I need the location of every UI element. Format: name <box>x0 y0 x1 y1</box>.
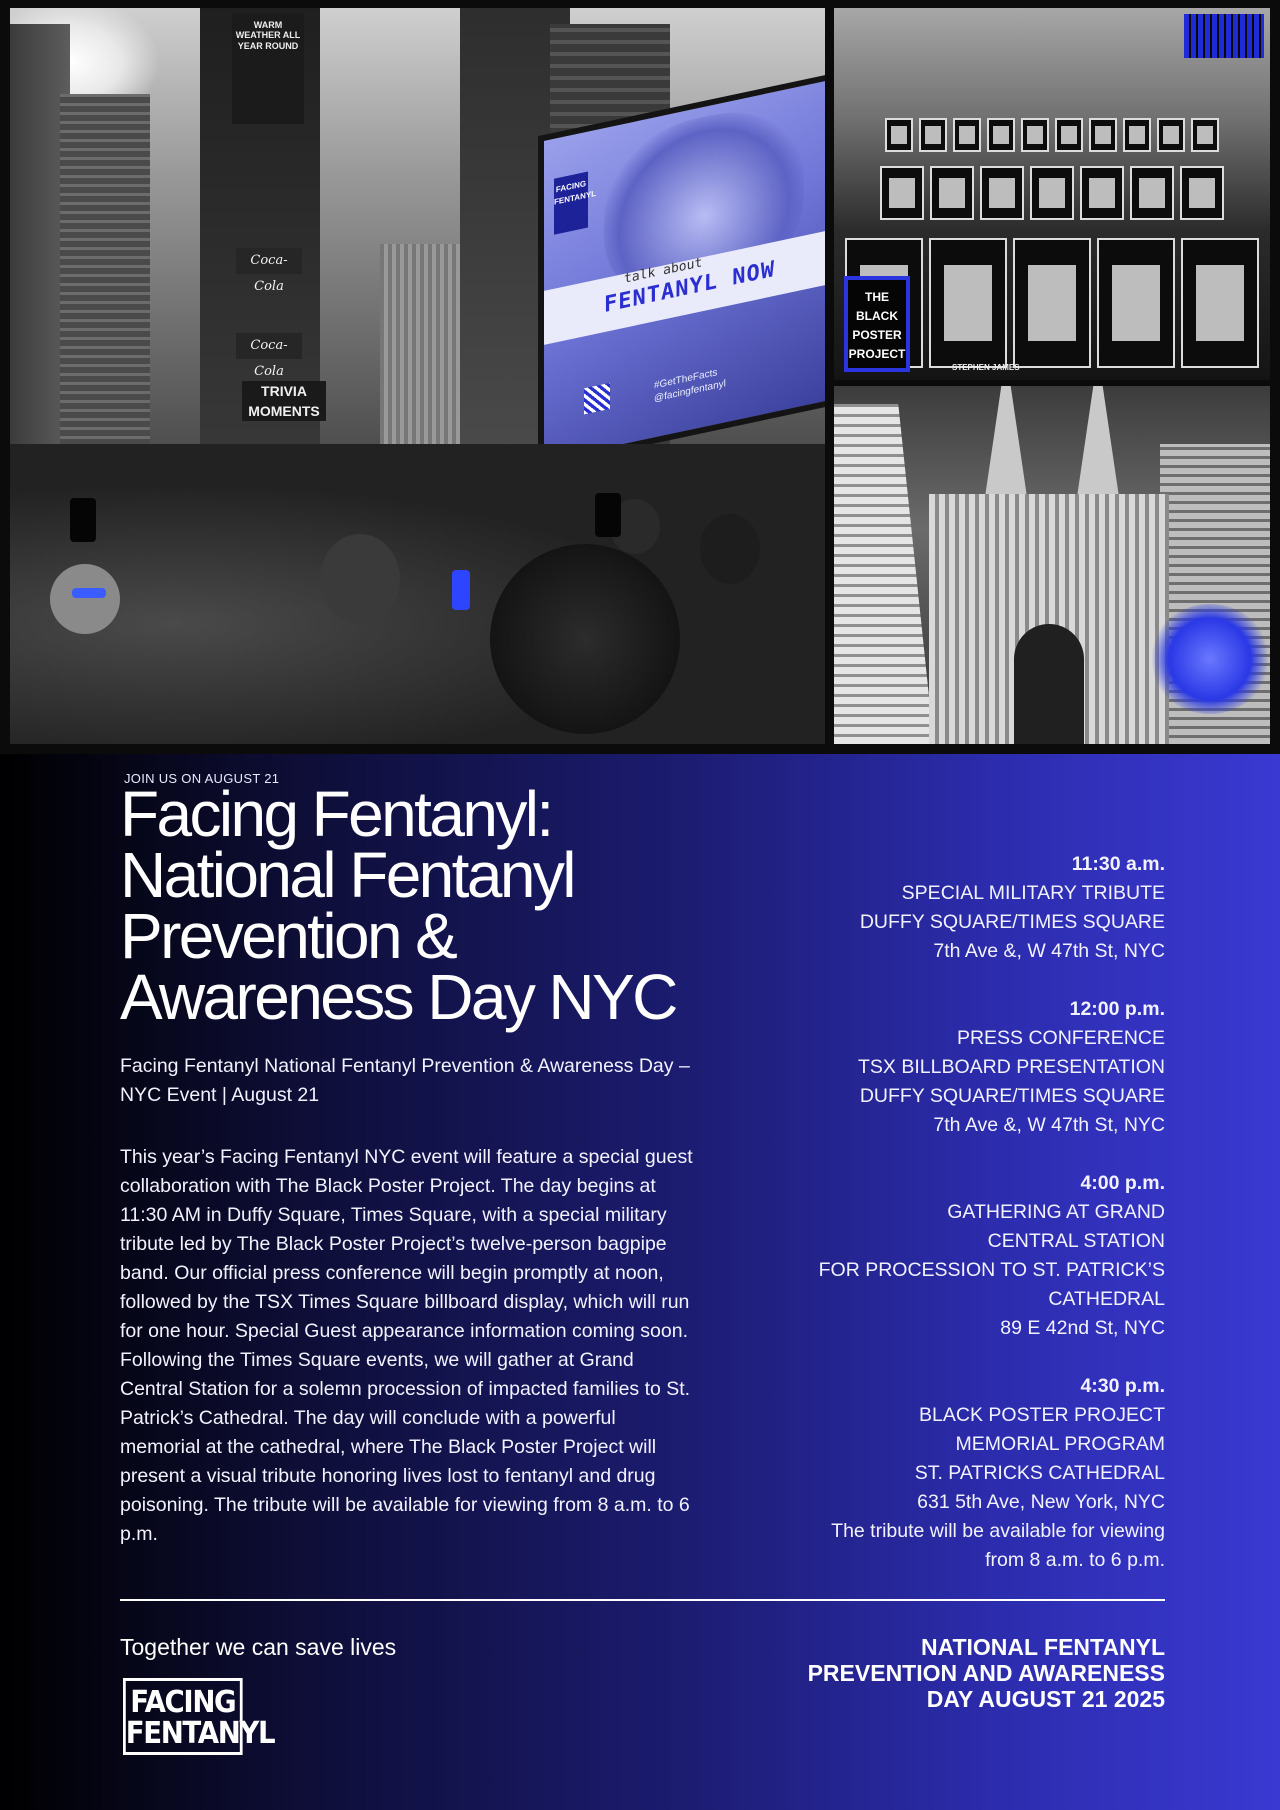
memorial-poster <box>980 166 1024 220</box>
schedule-time: 4:00 p.m. <box>1080 1172 1165 1194</box>
memorial-poster <box>930 166 974 220</box>
page-title: Facing Fentanyl: National Fentanyl Preve… <box>120 778 678 1033</box>
schedule-line: BLACK POSTER PROJECT <box>919 1404 1165 1426</box>
billboard-brand-tag: FACING FENTANYL <box>554 171 596 235</box>
schedule-item: 4:30 p.m. BLACK POSTER PROJECT MEMORIAL … <box>695 1372 1165 1575</box>
schedule-line: CATHEDRAL <box>1048 1288 1165 1310</box>
memorial-poster <box>919 118 947 152</box>
cathedral-portal <box>1014 624 1084 744</box>
memorial-poster <box>1123 118 1151 152</box>
facing-fentanyl-logo: FACING FENTANYL <box>123 1678 276 1755</box>
st-patricks-cathedral-photo <box>834 386 1270 744</box>
schedule-line: CENTRAL STATION <box>987 1230 1165 1252</box>
photo-collage: WARM WEATHER ALL YEAR ROUND Coca-Cola Co… <box>0 0 1280 754</box>
tagline: Together we can save lives <box>120 1634 397 1660</box>
memorial-poster <box>1030 166 1074 220</box>
schedule-item: 4:00 p.m. GATHERING AT GRAND CENTRAL STA… <box>695 1169 1165 1343</box>
schedule-line: PRESS CONFERENCE <box>956 1027 1165 1049</box>
schedule-time: 4:30 p.m. <box>1080 1375 1165 1397</box>
schedule-line: The tribute will be available for viewin… <box>831 1520 1165 1542</box>
schedule-line: MEMORIAL PROGRAM <box>955 1433 1165 1455</box>
coca-cola-sign: Coca-Cola <box>236 333 302 379</box>
memorial-poster <box>929 238 1007 368</box>
memorial-poster <box>1021 118 1049 152</box>
phone-icon <box>452 570 470 610</box>
schedule-line: FOR PROCESSION TO ST. PATRICK’S <box>818 1259 1165 1281</box>
skyscraper <box>834 404 934 744</box>
closing-statement: NATIONAL FENTANYL PREVENTION AND AWARENE… <box>807 1634 1165 1712</box>
schedule-line: DUFFY SQUARE/TIMES SQUARE <box>859 911 1165 933</box>
memorial-poster <box>1013 238 1091 368</box>
schedule-line: 631 5th Ave, New York, NYC <box>917 1491 1165 1513</box>
schedule-line: 7th Ave &, W 47th St, NYC <box>933 1114 1165 1136</box>
schedule-item: 12:00 p.m. PRESS CONFERENCE TSX BILLBOAR… <box>695 995 1165 1140</box>
event-info-section: JOIN US ON AUGUST 21 Facing Fentanyl: Na… <box>0 754 1280 1810</box>
black-poster-project-badge: THE BLACK POSTER PROJECT <box>844 276 910 372</box>
schedule-line: DUFFY SQUARE/TIMES SQUARE <box>859 1085 1165 1107</box>
poster-row <box>834 166 1270 220</box>
schedule-time: 11:30 a.m. <box>1071 853 1165 875</box>
fentanyl-billboard-screen: FACING FENTANYL talk about FENTANYL NOW … <box>538 69 825 469</box>
times-square-photo: WARM WEATHER ALL YEAR ROUND Coca-Cola Co… <box>10 8 825 744</box>
phone-icon <box>70 498 96 542</box>
divider <box>120 1599 1165 1601</box>
cathedral-spire <box>984 386 1028 504</box>
memorial-poster <box>1191 118 1219 152</box>
event-schedule: 11:30 a.m. SPECIAL MILITARY TRIBUTE DUFF… <box>695 850 1165 1604</box>
schedule-line: from 8 a.m. to 6 p.m. <box>985 1549 1165 1571</box>
video-wall <box>1184 14 1264 58</box>
crowd-person <box>50 564 120 634</box>
black-poster-project-photo: THE BLACK POSTER PROJECT STEPHEN JAMES <box>834 8 1270 380</box>
memorial-poster <box>987 118 1015 152</box>
event-subtitle: Facing Fentanyl National Fentanyl Preven… <box>120 1055 690 1106</box>
trivia-sign: TRIVIA MOMENTS <box>242 381 326 421</box>
memorial-poster <box>1080 166 1124 220</box>
memorial-poster <box>885 118 913 152</box>
crowd <box>10 444 825 744</box>
event-description: This year’s Facing Fentanyl NYC event wi… <box>120 1146 693 1545</box>
memorial-poster <box>1089 118 1117 152</box>
memorial-poster <box>880 166 924 220</box>
memorial-poster <box>1157 118 1185 152</box>
schedule-line: 89 E 42nd St, NYC <box>1000 1317 1165 1339</box>
memorial-poster <box>953 118 981 152</box>
phone-icon <box>595 493 621 537</box>
crowd-person <box>700 514 760 584</box>
schedule-line: 7th Ave &, W 47th St, NYC <box>933 940 1165 962</box>
schedule-time: 12:00 p.m. <box>1069 998 1165 1020</box>
coca-cola-sign: Coca-Cola <box>236 248 302 294</box>
weather-billboard: WARM WEATHER ALL YEAR ROUND <box>232 14 304 124</box>
memorial-poster <box>1180 166 1224 220</box>
logo-line: FENTANYL <box>125 1716 276 1751</box>
memorial-poster <box>1130 166 1174 220</box>
logo-line: FACING <box>130 1685 236 1720</box>
cathedral-spire <box>1076 386 1120 504</box>
poster-row <box>834 118 1270 152</box>
memorial-poster <box>1097 238 1175 368</box>
schedule-line: SPECIAL MILITARY TRIBUTE <box>901 882 1165 904</box>
memorial-poster <box>1181 238 1259 368</box>
qr-code-icon <box>584 382 610 415</box>
memorial-poster <box>1055 118 1083 152</box>
flyer-page: WARM WEATHER ALL YEAR ROUND Coca-Cola Co… <box>0 0 1280 1810</box>
billboard-hashtags: #GetTheFacts @facingfentanyl <box>654 364 726 405</box>
schedule-line: GATHERING AT GRAND <box>947 1201 1165 1223</box>
crowd-person <box>320 534 400 624</box>
schedule-item: 11:30 a.m. SPECIAL MILITARY TRIBUTE DUFF… <box>695 850 1165 966</box>
poster-caption: STEPHEN JAMES <box>952 363 1020 372</box>
blue-tree <box>1150 604 1270 714</box>
wristband <box>72 588 106 598</box>
crowd-person <box>490 544 680 734</box>
schedule-line: TSX BILLBOARD PRESENTATION <box>857 1056 1165 1078</box>
schedule-line: ST. PATRICKS CATHEDRAL <box>914 1462 1165 1484</box>
